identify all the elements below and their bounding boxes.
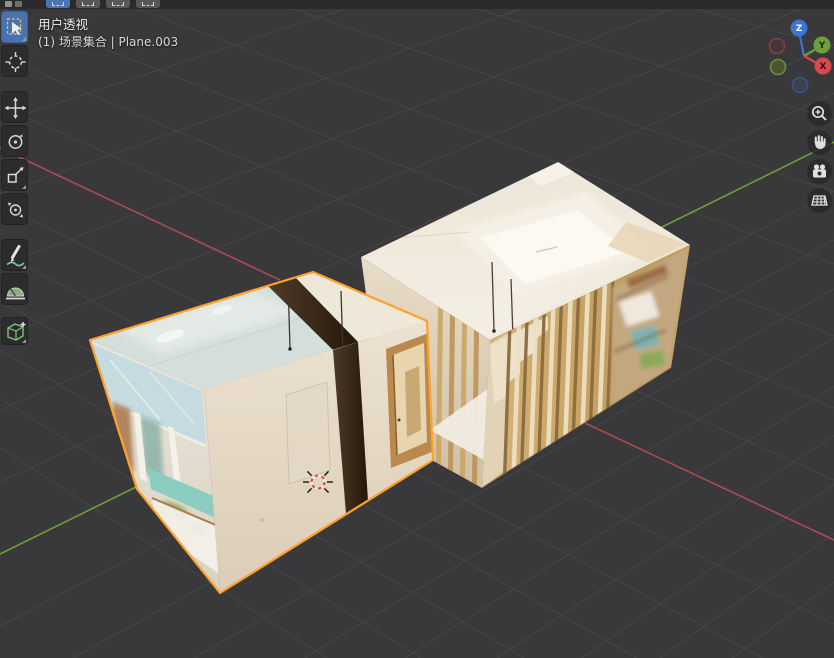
blender-3d-viewport[interactable]: 用户透视 (1) 场景集合 | Plane.003 — [0, 0, 834, 658]
tool-transform[interactable] — [1, 193, 28, 225]
pan-hand-button[interactable] — [807, 130, 832, 155]
tool-select-box[interactable] — [1, 11, 28, 43]
gizmo-neg-x-ball[interactable] — [770, 39, 785, 54]
editor-type-selector-icon[interactable] — [5, 1, 25, 7]
tool-annotate[interactable] — [1, 239, 28, 271]
tool-rotate[interactable] — [1, 125, 28, 157]
tool-move[interactable] — [1, 91, 28, 123]
select-mode-button-circle[interactable] — [106, 0, 130, 8]
view-perspective-label: 用户透视 — [38, 14, 88, 33]
select-mode-button-box[interactable] — [76, 0, 100, 8]
gizmo-neg-z-ball[interactable] — [793, 78, 808, 93]
tool-scale[interactable] — [1, 159, 28, 191]
gizmo-neg-y-ball[interactable] — [771, 60, 786, 75]
gizmo-y-label: Y — [818, 41, 826, 51]
select-mode-button-tweak[interactable] — [46, 0, 70, 8]
tool-add-cube[interactable] — [1, 317, 28, 345]
gizmo-z-label: Z — [796, 24, 803, 34]
zoom-button[interactable] — [807, 101, 832, 126]
orientation-gizmo[interactable]: Z Y X — [760, 10, 834, 100]
viewport-canvas[interactable] — [0, 0, 834, 658]
select-mode-button-lasso[interactable] — [136, 0, 160, 8]
top-header-bar — [0, 0, 834, 9]
active-object-breadcrumb: (1) 场景集合 | Plane.003 — [38, 33, 178, 50]
tool-cursor[interactable] — [1, 45, 28, 77]
camera-view-button[interactable] — [807, 159, 832, 184]
gizmo-x-label: X — [820, 62, 827, 72]
perspective-toggle-button[interactable] — [807, 188, 832, 213]
tool-measure[interactable] — [1, 273, 28, 305]
